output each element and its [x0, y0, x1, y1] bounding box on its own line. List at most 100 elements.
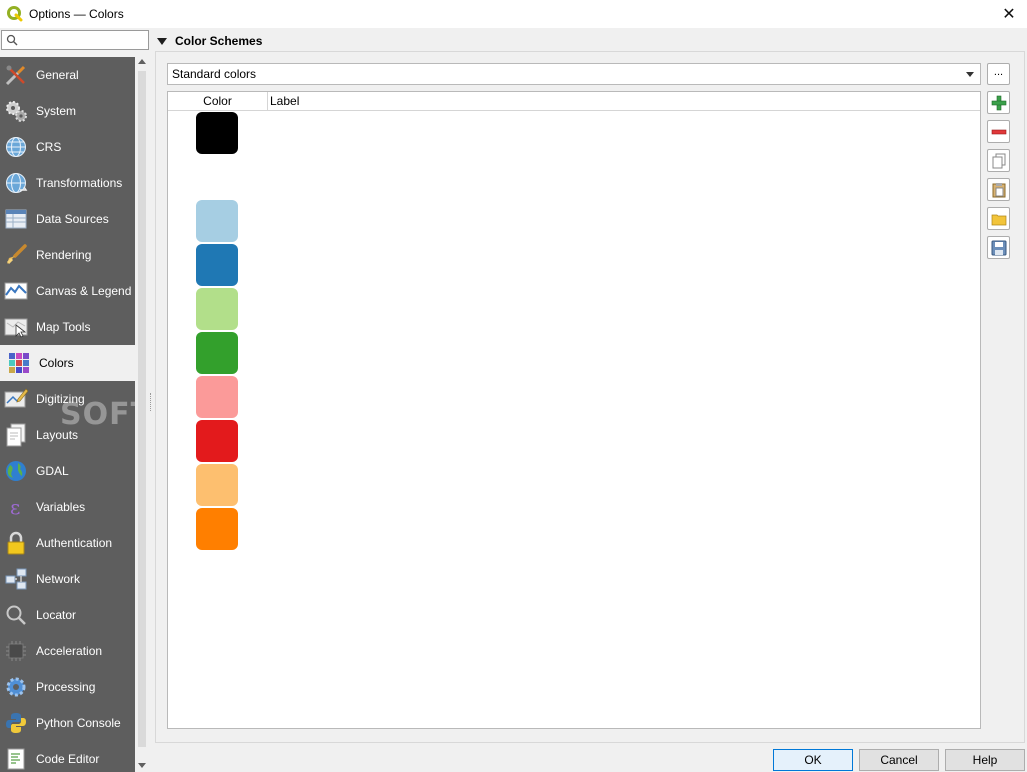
sidebar-item-label: Code Editor — [36, 752, 100, 766]
scheme-options-button[interactable]: ... — [987, 63, 1010, 85]
sidebar-item-locator[interactable]: Locator — [0, 597, 135, 633]
scroll-down-arrow-icon[interactable] — [138, 763, 146, 768]
color-swatch[interactable] — [196, 420, 238, 462]
code-file-icon — [7, 748, 25, 770]
sidebar-item-general[interactable]: General — [0, 57, 135, 93]
scheme-selected-value: Standard colors — [172, 67, 257, 81]
cancel-button[interactable]: Cancel — [859, 749, 939, 771]
window-title: Options — Colors — [29, 7, 124, 21]
map-pointer-icon — [4, 318, 28, 338]
globe-transform-icon — [6, 173, 28, 193]
sidebar-item-label: Colors — [39, 356, 74, 370]
search-input[interactable] — [1, 30, 149, 50]
sidebar-item-authentication[interactable]: Authentication — [0, 525, 135, 561]
splitter-handle[interactable] — [150, 393, 152, 411]
group-header[interactable]: Color Schemes — [156, 32, 1016, 50]
collapse-triangle-icon[interactable] — [157, 37, 167, 45]
sidebar-item-network[interactable]: Network — [0, 561, 135, 597]
sidebar-item-label: System — [36, 104, 77, 118]
sidebar-item-label: Transformations — [36, 176, 123, 190]
color-swatch[interactable] — [196, 464, 238, 506]
scrollbar-thumb[interactable] — [138, 71, 146, 747]
import-colors-button[interactable] — [987, 207, 1010, 230]
sidebar-item-label: GDAL — [36, 464, 69, 478]
import-colors-icon — [991, 214, 1007, 226]
sidebar-item-variables[interactable]: ε Variables — [0, 489, 135, 525]
chevron-down-icon — [966, 72, 974, 77]
help-button[interactable]: Help — [945, 749, 1025, 771]
sidebar-item-rendering[interactable]: Rendering — [0, 237, 135, 273]
sidebar-item-label: Acceleration — [36, 644, 103, 658]
sidebar-item-label: Authentication — [36, 536, 113, 550]
layout-pages-icon — [6, 423, 26, 447]
table-header: Color Label — [168, 92, 980, 111]
table-icon — [5, 209, 27, 229]
add-color-icon — [991, 95, 1007, 111]
watermark: SOFTPEDIA — [60, 397, 135, 432]
padlock-icon — [7, 531, 25, 555]
scroll-up-arrow-icon[interactable] — [138, 59, 146, 64]
color-swatch[interactable] — [196, 156, 238, 198]
color-swatch[interactable] — [196, 376, 238, 418]
sidebar-item-label: Python Console — [36, 716, 121, 730]
sidebar-item-label: Data Sources — [36, 212, 109, 226]
sidebar-item-gdal[interactable]: GDAL — [0, 453, 135, 489]
colors-table: Color Label — [167, 91, 981, 729]
sidebar-item-system[interactable]: System — [0, 93, 135, 129]
paste-colors-icon — [992, 183, 1006, 198]
epsilon-icon: ε — [10, 495, 20, 519]
remove-color-button[interactable] — [987, 120, 1010, 143]
color-swatch[interactable] — [196, 508, 238, 550]
sidebar-item-label: Locator — [36, 608, 77, 622]
paste-colors-button[interactable] — [987, 178, 1010, 201]
sidebar-item-colors[interactable]: Colors — [0, 345, 135, 381]
scheme-select[interactable]: Standard colors — [167, 63, 981, 85]
column-header-label[interactable]: Label — [270, 92, 299, 111]
color-swatch[interactable] — [196, 332, 238, 374]
export-colors-icon — [991, 240, 1007, 256]
color-swatch[interactable] — [196, 244, 238, 286]
sidebar-scrollbar[interactable] — [135, 57, 149, 772]
sidebar-item-label: Map Tools — [36, 320, 91, 334]
color-swatch[interactable] — [196, 200, 238, 242]
remove-color-icon — [991, 129, 1007, 135]
sidebar-item-code-editor[interactable]: Code Editor — [0, 741, 135, 772]
sidebar-item-transformations[interactable]: Transformations — [0, 165, 135, 201]
sidebar-item-label: General — [36, 68, 79, 82]
tools-icon — [5, 65, 26, 86]
map-canvas-icon — [4, 282, 28, 300]
sidebar-item-label: Processing — [36, 680, 96, 694]
cog-icon — [6, 677, 26, 697]
paintbrush-icon — [6, 244, 27, 265]
column-header-color[interactable]: Color — [168, 92, 268, 111]
export-colors-button[interactable] — [987, 236, 1010, 259]
sidebar-item-label: CRS — [36, 140, 62, 154]
copy-colors-button[interactable] — [987, 149, 1010, 172]
sidebar-item-canvas-legend[interactable]: Canvas & Legend — [0, 273, 135, 309]
sidebar-item-map-tools[interactable]: Map Tools — [0, 309, 135, 345]
network-icon — [5, 568, 27, 590]
earth-icon — [6, 461, 26, 481]
magnifier-icon — [6, 605, 26, 625]
sidebar-item-crs[interactable]: CRS — [0, 129, 135, 165]
sidebar-item-label: Variables — [36, 500, 86, 514]
close-icon[interactable]: ✕ — [999, 4, 1019, 24]
sidebar-item-label: Rendering — [36, 248, 92, 262]
group-title: Color Schemes — [175, 34, 263, 48]
copy-colors-icon — [992, 153, 1006, 169]
color-grid-icon — [9, 353, 29, 373]
sidebar-item-data-sources[interactable]: Data Sources — [0, 201, 135, 237]
sidebar-item-python-console[interactable]: Python Console — [0, 705, 135, 741]
add-color-button[interactable] — [987, 91, 1010, 114]
color-swatch[interactable] — [196, 288, 238, 330]
qgis-logo-icon — [7, 6, 23, 22]
sidebar-item-acceleration[interactable]: Acceleration — [0, 633, 135, 669]
svg-text:ε: ε — [10, 495, 20, 519]
sidebar-item-processing[interactable]: Processing — [0, 669, 135, 705]
search-icon — [6, 34, 18, 46]
gears-icon — [6, 101, 27, 122]
ok-button[interactable]: OK — [773, 749, 853, 771]
python-icon — [6, 713, 26, 733]
color-swatch[interactable] — [196, 112, 238, 154]
chip-icon — [6, 641, 26, 661]
